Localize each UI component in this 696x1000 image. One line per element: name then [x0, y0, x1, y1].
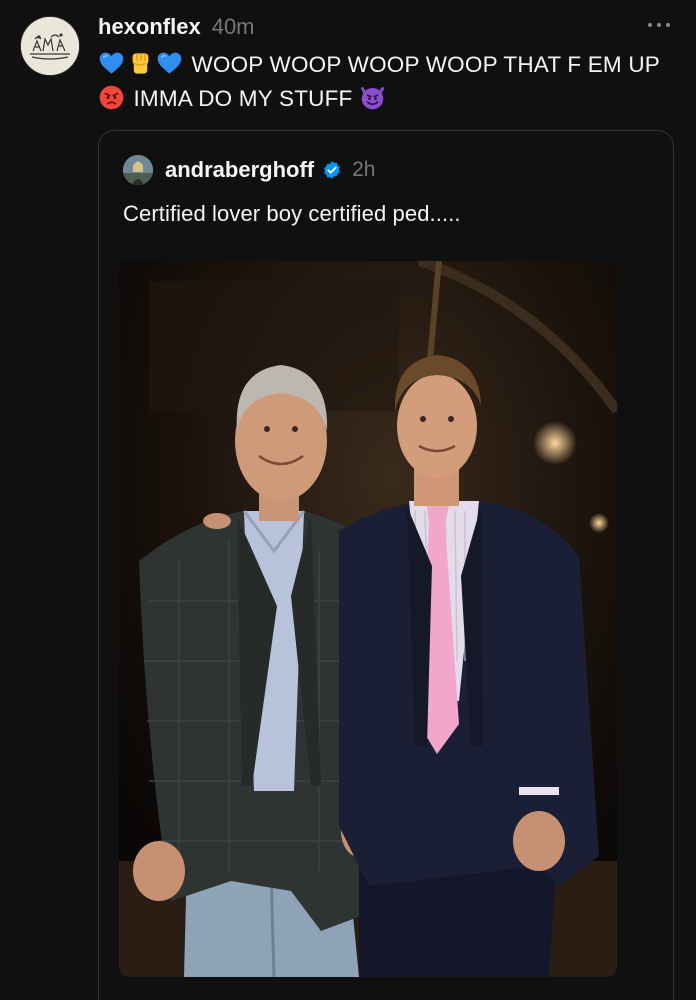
avatar-image — [21, 17, 79, 75]
quoted-timestamp: 2h — [352, 158, 376, 181]
quoted-post-header: andraberghoff 2h — [165, 155, 375, 185]
quoted-user-avatar[interactable] — [123, 155, 153, 185]
more-dot — [666, 23, 670, 27]
quoted-post-photo[interactable] — [119, 261, 617, 977]
post-text-segment-2: IMMA DO MY STUFF — [133, 86, 353, 111]
post-timestamp: 40m — [211, 14, 255, 39]
verified-badge-icon — [322, 160, 342, 180]
post-username[interactable]: hexonflex — [98, 14, 201, 40]
blue-heart-icon — [98, 50, 125, 77]
quoted-post[interactable]: andraberghoff 2h Certified lover boy cer… — [98, 130, 674, 1000]
quoted-username[interactable]: andraberghoff — [165, 157, 314, 183]
photo-image — [119, 261, 617, 977]
quoted-avatar-image — [123, 155, 153, 185]
raised-fist-icon — [127, 50, 154, 77]
more-dot — [648, 23, 652, 27]
smiling-face-with-horns-icon — [359, 84, 386, 111]
post-text-segment-1: WOOP WOOP WOOP WOOP THAT F EM UP — [191, 52, 660, 77]
more-options-icon[interactable] — [648, 20, 670, 30]
post-header: hexonflex 40m — [98, 14, 255, 42]
angry-face-icon — [98, 84, 125, 111]
quoted-post-text: Certified lover boy certified ped..... — [123, 201, 461, 226]
user-avatar[interactable] — [20, 16, 80, 76]
thread-post: hexonflex 40m WOOP WOOP WOOP WOOP THAT F… — [0, 0, 696, 1000]
blue-heart-icon — [156, 50, 183, 77]
post-text: WOOP WOOP WOOP WOOP THAT F EM UP IMMA DO… — [98, 48, 668, 116]
more-dot — [657, 23, 661, 27]
